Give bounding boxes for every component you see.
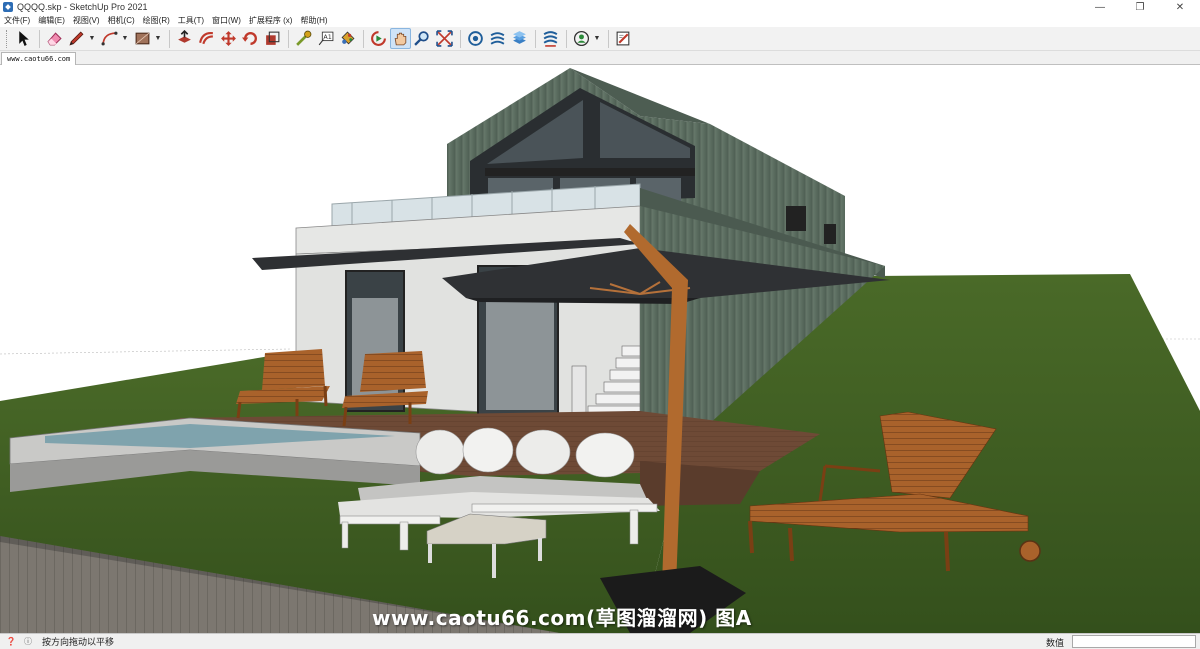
account-dropdown[interactable]: ▼: [593, 28, 601, 49]
tape-measure-tool[interactable]: [293, 28, 314, 49]
title-bar: QQQQ.skp - SketchUp Pro 2021 — ❐ ✕: [0, 0, 1200, 14]
menu-edit[interactable]: 编辑(E): [34, 15, 69, 26]
push-pull-icon: [178, 30, 191, 43]
toolbar-separator: [460, 29, 461, 48]
offset-tool[interactable]: [196, 28, 217, 49]
arc-tool[interactable]: [99, 28, 120, 49]
toolbar-separator: [535, 29, 536, 48]
menu-window[interactable]: 窗口(W): [208, 15, 245, 26]
toolbar-separator: [169, 29, 170, 48]
account-icon: [573, 30, 590, 47]
warehouse-icon: [468, 31, 483, 46]
layout-send-icon: [616, 31, 630, 46]
extension-warehouse-tool[interactable]: [487, 28, 508, 49]
toolbar-separator: [288, 29, 289, 48]
scene-tab-bar: www.caotu66.com: [0, 51, 1200, 65]
account-tool[interactable]: [571, 28, 592, 49]
side-window: [786, 206, 806, 231]
toolbar-grip[interactable]: [6, 29, 9, 48]
menu-file[interactable]: 文件(F): [0, 15, 34, 26]
watermark-text: www.caotu66.com(草图溜溜网) 图A: [372, 606, 752, 630]
menu-help[interactable]: 帮助(H): [296, 15, 331, 26]
paint-bucket-tool[interactable]: [337, 28, 358, 49]
status-hint: 按方向拖动以平移: [42, 637, 115, 647]
toolbar-separator: [363, 29, 364, 48]
main-toolbar: ▼ ▼ ▼ A1 ▼: [0, 27, 1200, 51]
menu-camera[interactable]: 相机(C): [104, 15, 139, 26]
push-pull-tool[interactable]: [174, 28, 195, 49]
tape-measure-icon: [296, 30, 312, 46]
warehouse-tool[interactable]: [465, 28, 486, 49]
horizon-guide: [0, 348, 291, 355]
window-controls: — ❐ ✕: [1080, 0, 1200, 14]
credits-icon[interactable]: ⓘ: [22, 636, 34, 648]
shape-tool[interactable]: [132, 28, 153, 49]
zoom-extents-tool[interactable]: [434, 28, 455, 49]
layout-tool[interactable]: [509, 28, 530, 49]
model-viewport[interactable]: www.caotu66.com(草图溜溜网) 图A: [0, 66, 1200, 633]
extension-icon: [490, 32, 505, 45]
window-title: QQQQ.skp - SketchUp Pro 2021: [17, 2, 148, 12]
rotate-tool[interactable]: [240, 28, 261, 49]
toolbar-separator: [39, 29, 40, 48]
toolbar-separator: [608, 29, 609, 48]
select-tool[interactable]: [13, 28, 34, 49]
orbit-tool[interactable]: [368, 28, 389, 49]
send-to-layout-tool[interactable]: [613, 28, 634, 49]
menu-draw[interactable]: 绘图(R): [139, 15, 174, 26]
info-icon[interactable]: ❓: [5, 636, 17, 648]
measurements-input[interactable]: [1072, 635, 1196, 648]
paint-bucket-icon: [341, 31, 355, 45]
rectangle-icon: [135, 32, 150, 45]
pan-tool[interactable]: [390, 28, 411, 49]
line-tool[interactable]: [66, 28, 87, 49]
magnifier-icon: [414, 31, 429, 46]
extension-manager-tool[interactable]: [540, 28, 561, 49]
menu-tools[interactable]: 工具(T): [174, 15, 208, 26]
arrow-icon: [19, 31, 29, 46]
menu-view[interactable]: 视图(V): [69, 15, 104, 26]
layout-icon: [513, 31, 526, 44]
eraser-tool[interactable]: [44, 28, 65, 49]
side-window: [824, 224, 836, 244]
extension-manager-icon: [543, 31, 558, 47]
model-scene: [0, 68, 1200, 633]
rotate-icon: [242, 32, 257, 45]
line-tool-dropdown[interactable]: ▼: [88, 28, 96, 49]
menu-extensions[interactable]: 扩展程序 (x): [245, 15, 297, 26]
scene-tab[interactable]: www.caotu66.com: [1, 52, 77, 65]
menu-bar: 文件(F) 编辑(E) 视图(V) 相机(C) 绘图(R) 工具(T) 窗口(W…: [0, 14, 1200, 27]
arc-tool-dropdown[interactable]: ▼: [121, 28, 129, 49]
pencil-icon: [69, 31, 84, 46]
measurements-label: 数值: [1046, 638, 1065, 648]
text-tool[interactable]: A1: [315, 28, 336, 49]
maximize-button[interactable]: ❐: [1120, 0, 1160, 14]
scale-tool[interactable]: [262, 28, 283, 49]
move-icon: [221, 31, 236, 46]
hand-icon: [394, 32, 407, 46]
minimize-button[interactable]: —: [1080, 0, 1120, 14]
sketchup-logo-icon: [3, 2, 13, 12]
orbit-icon: [371, 31, 386, 46]
close-button[interactable]: ✕: [1160, 0, 1200, 14]
arc-icon: [101, 31, 118, 46]
svg-text:A1: A1: [323, 33, 331, 41]
scale-icon: [266, 31, 280, 45]
zoom-extents-icon: [436, 30, 453, 47]
offset-icon: [199, 32, 213, 45]
move-tool[interactable]: [218, 28, 239, 49]
shape-tool-dropdown[interactable]: ▼: [154, 28, 162, 49]
toolbar-separator: [566, 29, 567, 48]
eraser-icon: [47, 32, 62, 46]
status-bar: ❓ ⓘ 按方向拖动以平移 数值: [0, 633, 1200, 649]
zoom-tool[interactable]: [412, 28, 433, 49]
text-icon: A1: [318, 31, 334, 46]
